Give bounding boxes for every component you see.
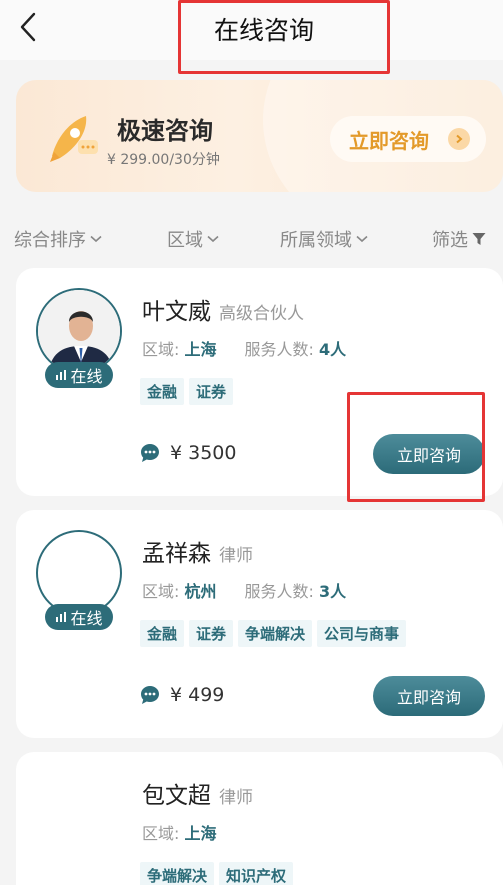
chevron-down-icon <box>90 235 102 243</box>
tag: 知识产权 <box>219 862 294 885</box>
tag: 金融 <box>140 620 185 647</box>
title-highlight-box: 在线咨询 <box>178 0 390 74</box>
banner-consult-button[interactable]: 立即咨询 <box>330 116 486 162</box>
chat-bubble-icon <box>141 686 159 704</box>
tag-list: 争端解决 知识产权 <box>140 862 294 885</box>
top-bar: 在线咨询 <box>0 0 503 74</box>
lawyer-role: 高级合伙人 <box>219 304 304 324</box>
consult-button-highlight-box <box>347 392 485 502</box>
price: ¥ 499 <box>140 684 224 706</box>
tag: 证券 <box>189 378 234 405</box>
tag: 金融 <box>140 378 185 405</box>
tag: 公司与商事 <box>317 620 407 647</box>
filter-field[interactable]: 所属领域 <box>280 226 368 252</box>
tag-list: 金融 证券 争端解决 公司与商事 <box>140 620 407 647</box>
served-count: 3人 <box>319 582 347 601</box>
bar-chart-icon <box>56 612 67 622</box>
rocket-icon <box>50 116 98 162</box>
region-value: 杭州 <box>184 582 217 601</box>
back-arrow-icon[interactable] <box>14 10 44 44</box>
banner-consult-label: 立即咨询 <box>349 128 429 153</box>
tag: 争端解决 <box>140 862 215 885</box>
consult-button[interactable]: 立即咨询 <box>373 676 485 716</box>
funnel-icon <box>472 233 486 245</box>
lawyer-info: 区域: 上海 <box>142 824 217 843</box>
lawyer-info: 区域: 杭州 服务人数: 3人 <box>142 582 347 601</box>
tag: 争端解决 <box>238 620 313 647</box>
lawyer-name: 包文超 律师 <box>142 783 253 809</box>
online-badge: 在线 <box>45 362 113 388</box>
region-value: 上海 <box>184 824 217 843</box>
filter-bar: 综合排序 区域 所属领域 筛选 <box>0 222 503 254</box>
served-count: 4人 <box>319 340 347 359</box>
online-badge: 在线 <box>45 604 113 630</box>
region-value: 上海 <box>184 340 217 359</box>
banner-price: ¥ 299.00/30分钟 <box>107 152 220 168</box>
filter-sort[interactable]: 综合排序 <box>14 226 102 252</box>
filter-screen[interactable]: 筛选 <box>432 226 486 252</box>
chevron-down-icon <box>207 235 219 243</box>
banner-title: 极速咨询 <box>117 117 213 145</box>
filter-region[interactable]: 区域 <box>167 226 219 252</box>
chat-bubble-icon <box>141 444 159 462</box>
lawyer-name: 孟祥森 律师 <box>142 541 253 567</box>
tag: 证券 <box>189 620 234 647</box>
chevron-right-icon <box>448 128 470 150</box>
express-consult-banner[interactable]: 极速咨询 ¥ 299.00/30分钟 立即咨询 <box>16 80 503 192</box>
chevron-down-icon <box>356 235 368 243</box>
page-title: 在线咨询 <box>213 16 314 45</box>
lawyer-role: 律师 <box>219 546 253 566</box>
lawyer-name: 叶文威 高级合伙人 <box>142 299 304 325</box>
lawyer-role: 律师 <box>219 788 253 808</box>
lawyer-card[interactable]: 在线 孟祥森 律师 区域: 杭州 服务人数: 3人 金融 证券 争端解决 公司与商事… <box>16 510 503 738</box>
lawyer-info: 区域: 上海 服务人数: 4人 <box>142 340 347 359</box>
tag-list: 金融 证券 <box>140 378 234 405</box>
bar-chart-icon <box>56 370 67 380</box>
lawyer-card[interactable]: 包文超 律师 区域: 上海 争端解决 知识产权 <box>16 752 503 885</box>
price: ¥ 3500 <box>140 442 236 464</box>
